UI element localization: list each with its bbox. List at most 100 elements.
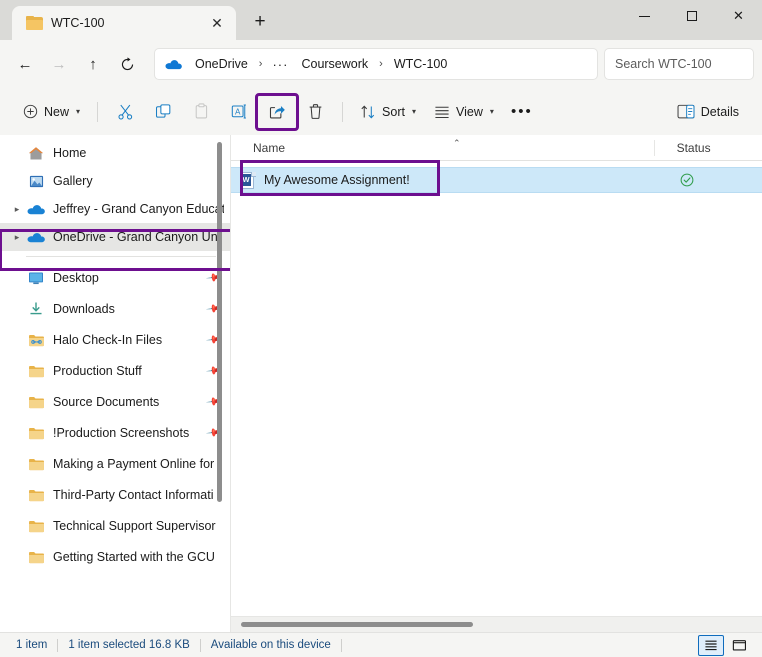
file-list-scrollbar-thumb[interactable] — [241, 622, 473, 627]
home-icon — [26, 144, 46, 162]
breadcrumb-separator-2: › — [379, 58, 383, 70]
large-icons-view-icon — [732, 639, 746, 651]
maximize-button[interactable] — [668, 0, 715, 32]
tab-strip: WTC-100 ✕ + — [0, 0, 276, 40]
copy-icon — [155, 104, 170, 118]
sidebar-item-source-documents[interactable]: Source Documents 📌 — [0, 386, 230, 417]
sidebar-item-downloads[interactable]: Downloads 📌 — [0, 293, 230, 324]
table-row[interactable]: W My Awesome Assignment! — [231, 167, 762, 193]
breadcrumb-onedrive[interactable]: OneDrive — [189, 55, 254, 73]
file-name-label: My Awesome Assignment! — [264, 173, 410, 187]
chevron-down-icon: ▾ — [76, 107, 81, 116]
folder-link-icon — [26, 331, 46, 349]
sidebar-scrollbar-thumb[interactable] — [217, 142, 222, 502]
share-button[interactable] — [255, 92, 300, 131]
sort-icon — [361, 104, 375, 119]
status-bar: 1 item 1 item selected 16.8 KB Available… — [0, 632, 762, 657]
command-bar: New ▾ A Sort ▾ View ▾ ••• Details — [0, 88, 762, 135]
delete-button[interactable] — [296, 96, 334, 128]
file-name-cell[interactable]: W My Awesome Assignment! — [231, 171, 654, 189]
view-button[interactable]: View ▾ — [425, 96, 503, 128]
sidebar-scrollbar[interactable] — [217, 138, 226, 629]
sidebar-item-label: Downloads — [53, 301, 115, 316]
new-tab-button[interactable]: + — [244, 6, 276, 38]
sidebar-item-technical-support-supervisor[interactable]: Technical Support Supervisor — [0, 510, 230, 541]
tab-wtc-100[interactable]: WTC-100 ✕ — [12, 6, 236, 40]
sidebar-item-making-a-payment-online[interactable]: Making a Payment Online for — [0, 448, 230, 479]
details-view-toggle[interactable] — [698, 634, 724, 656]
status-item-count: 1 item — [16, 639, 48, 651]
details-view-icon — [705, 640, 717, 650]
folder-icon — [26, 16, 43, 30]
share-icon — [269, 106, 285, 119]
column-header-row: Name ⌃ Status — [231, 135, 762, 161]
sidebar-item-label: Halo Check-In Files — [53, 332, 163, 347]
new-button[interactable]: New ▾ — [14, 96, 89, 128]
column-header-name-label: Name — [253, 140, 286, 155]
divider-2 — [342, 101, 344, 122]
sidebar-item-production-screenshots[interactable]: !Production Screenshots 📌 — [0, 417, 230, 448]
navigation-bar: ← → ↑ OneDrive › ··· Coursework › WTC-10… — [0, 40, 762, 88]
trash-icon — [309, 104, 321, 119]
sidebar-item-onedrive-gcu[interactable]: ▸ OneDrive - Grand Canyon Uni — [0, 223, 230, 251]
close-window-button[interactable]: ✕ — [715, 0, 762, 32]
sidebar-item-label: Third-Party Contact Informati — [53, 487, 214, 502]
file-status-cell — [654, 173, 762, 187]
sidebar-item-home[interactable]: Home — [0, 139, 230, 167]
file-list-pane: Name ⌃ Status W My Awesome Assignment! — [230, 135, 762, 632]
folder-icon — [26, 517, 46, 535]
sidebar-item-halo-check-in-files[interactable]: Halo Check-In Files 📌 — [0, 324, 230, 355]
address-bar[interactable]: OneDrive › ··· Coursework › WTC-100 — [154, 48, 598, 80]
sort-button[interactable]: Sort ▾ — [351, 96, 425, 128]
chevron-right-icon[interactable]: ▸ — [8, 200, 26, 218]
sidebar-item-gallery[interactable]: Gallery — [0, 167, 230, 195]
folder-icon — [26, 393, 46, 411]
status-selection: 1 item selected 16.8 KB — [68, 639, 190, 651]
search-input[interactable]: Search WTC-100 — [604, 48, 754, 80]
breadcrumb-overflow-button[interactable]: ··· — [267, 57, 293, 72]
view-toggle-group — [698, 634, 752, 656]
chevron-right-icon[interactable]: ▸ — [8, 228, 26, 246]
close-tab-icon[interactable]: ✕ — [204, 10, 230, 36]
large-icons-view-toggle[interactable] — [726, 635, 752, 656]
cut-button[interactable] — [106, 96, 144, 128]
cloud-available-check-icon — [680, 173, 693, 187]
sidebar-item-label: Technical Support Supervisor — [53, 518, 216, 533]
minimize-button[interactable] — [621, 0, 668, 32]
file-explorer-window: WTC-100 ✕ + ✕ ← → ↑ OneDrive › ··· Cours… — [0, 0, 762, 657]
folder-icon — [26, 362, 46, 380]
copy-button[interactable] — [144, 96, 182, 128]
chevron-down-icon-view: ▾ — [489, 107, 494, 116]
rename-button[interactable]: A — [220, 96, 258, 128]
more-options-button[interactable]: ••• — [503, 96, 541, 128]
details-button-label: Details — [700, 104, 739, 119]
sidebar-item-label: Gallery — [53, 174, 93, 188]
sidebar-item-jeffrey-onedrive[interactable]: ▸ Jeffrey - Grand Canyon Educat — [0, 195, 230, 223]
sidebar-item-third-party-contact-information[interactable]: Third-Party Contact Informati — [0, 479, 230, 510]
onedrive-cloud-icon — [26, 200, 46, 218]
rename-icon: A — [231, 104, 246, 119]
sidebar-item-desktop[interactable]: Desktop 📌 — [0, 262, 230, 293]
status-availability: Available on this device — [210, 639, 331, 651]
status-divider-2 — [199, 638, 201, 652]
up-button[interactable]: ↑ — [76, 48, 110, 80]
sidebar-item-production-stuff[interactable]: Production Stuff 📌 — [0, 355, 230, 386]
paste-icon — [195, 103, 207, 119]
onedrive-cloud-icon — [165, 58, 182, 70]
sidebar-item-getting-started-gcu[interactable]: Getting Started with the GCU — [0, 541, 230, 572]
chevron-down-icon-sort: ▾ — [411, 107, 416, 116]
file-list-horizontal-scrollbar[interactable] — [231, 616, 762, 632]
sidebar-item-label: Jeffrey - Grand Canyon Educat — [53, 202, 224, 216]
folder-icon — [26, 455, 46, 473]
refresh-button[interactable] — [110, 48, 144, 80]
navigation-pane: Home Gallery ▸ Jeffrey - Grand Canyon Ed… — [0, 135, 230, 632]
column-header-name[interactable]: Name ⌃ — [231, 138, 654, 155]
breadcrumb-wtc-100[interactable]: WTC-100 — [388, 55, 453, 73]
divider — [97, 101, 99, 122]
back-button[interactable]: ← — [8, 48, 42, 80]
details-pane-button[interactable]: Details — [668, 96, 748, 128]
breadcrumb-coursework[interactable]: Coursework — [295, 55, 374, 73]
column-header-status[interactable]: Status — [653, 139, 762, 156]
word-document-icon: W — [241, 171, 256, 189]
sidebar-item-label: Home — [53, 146, 87, 160]
